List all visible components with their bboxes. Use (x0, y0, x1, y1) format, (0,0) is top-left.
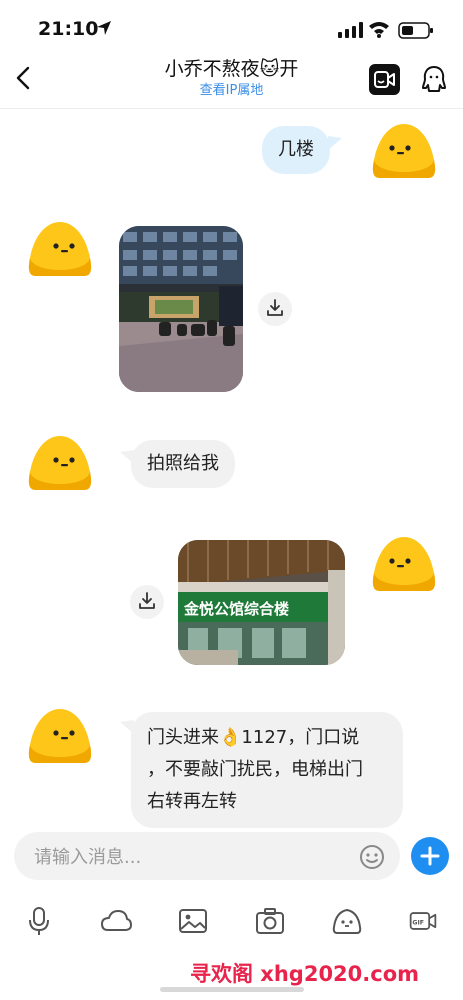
bubble-tail (328, 136, 342, 150)
sticker-icon[interactable] (330, 904, 364, 938)
storefront-sign: 金悦公馆综合楼 (183, 600, 289, 618)
message-input[interactable] (32, 840, 356, 874)
download-button[interactable] (130, 585, 164, 619)
video-call-button[interactable] (369, 64, 400, 95)
ip-location-link[interactable]: 查看IP属地 (100, 82, 363, 100)
title-block: 小乔不熬夜🐱开 查看IP属地 (100, 56, 363, 100)
battery-icon (398, 22, 433, 39)
message-text: 拍照给我 (147, 453, 219, 474)
message-input-bar (14, 832, 400, 880)
profile-icon[interactable] (420, 64, 448, 94)
photo-storefront-icon: 金悦公馆综合楼 (178, 540, 345, 665)
message-bubble-incoming[interactable]: 拍照给我 (131, 440, 235, 488)
more-options-button[interactable] (411, 837, 449, 875)
message-line: 门头进来👌1127，门口说 (147, 727, 360, 748)
status-bar: 21:10 (0, 0, 463, 52)
chat-header: 小乔不熬夜🐱开 查看IP属地 (0, 52, 463, 109)
download-button[interactable] (258, 292, 292, 326)
cloud-icon[interactable] (99, 904, 133, 938)
message-text: 几楼 (278, 139, 314, 160)
message-bubble-outgoing[interactable]: 几楼 (262, 126, 330, 174)
download-icon (139, 592, 155, 609)
plus-icon (420, 846, 440, 866)
signal-icon (338, 22, 363, 38)
download-icon (267, 299, 283, 316)
my-avatar[interactable] (370, 120, 438, 184)
message-line: ，不要敲门扰民，电梯出门 (147, 759, 363, 780)
contact-avatar[interactable] (26, 705, 94, 769)
sent-photo-storefront[interactable]: 金悦公馆综合楼 (178, 540, 345, 665)
svg-text:GIF: GIF (412, 920, 424, 927)
message-bubble-incoming[interactable]: 门头进来👌1127，门口说 ，不要敲门扰民，电梯出门 右转再左转 (131, 712, 403, 828)
chat-title: 小乔不熬夜🐱开 (164, 58, 299, 80)
input-toolbar: GIF (0, 900, 463, 944)
watermark-text: 寻欢阁 xhg2020.com (190, 962, 420, 986)
wifi-icon (369, 22, 389, 38)
status-time: 21:10 (38, 18, 99, 40)
my-avatar[interactable] (370, 533, 438, 597)
emoji-icon[interactable] (359, 844, 385, 870)
camera-icon[interactable] (253, 904, 287, 938)
microphone-icon[interactable] (22, 904, 56, 938)
photo-building-front-icon (119, 226, 243, 392)
back-chevron-icon[interactable] (12, 64, 36, 92)
video-call-icon (374, 71, 395, 88)
gif-icon[interactable]: GIF (408, 904, 438, 938)
location-arrow-icon (97, 21, 111, 35)
image-icon[interactable] (176, 904, 210, 938)
home-indicator (160, 987, 304, 992)
contact-avatar[interactable] (26, 218, 94, 282)
message-line: 右转再左转 (147, 791, 237, 812)
contact-avatar[interactable] (26, 432, 94, 496)
received-photo-building[interactable] (119, 226, 243, 392)
